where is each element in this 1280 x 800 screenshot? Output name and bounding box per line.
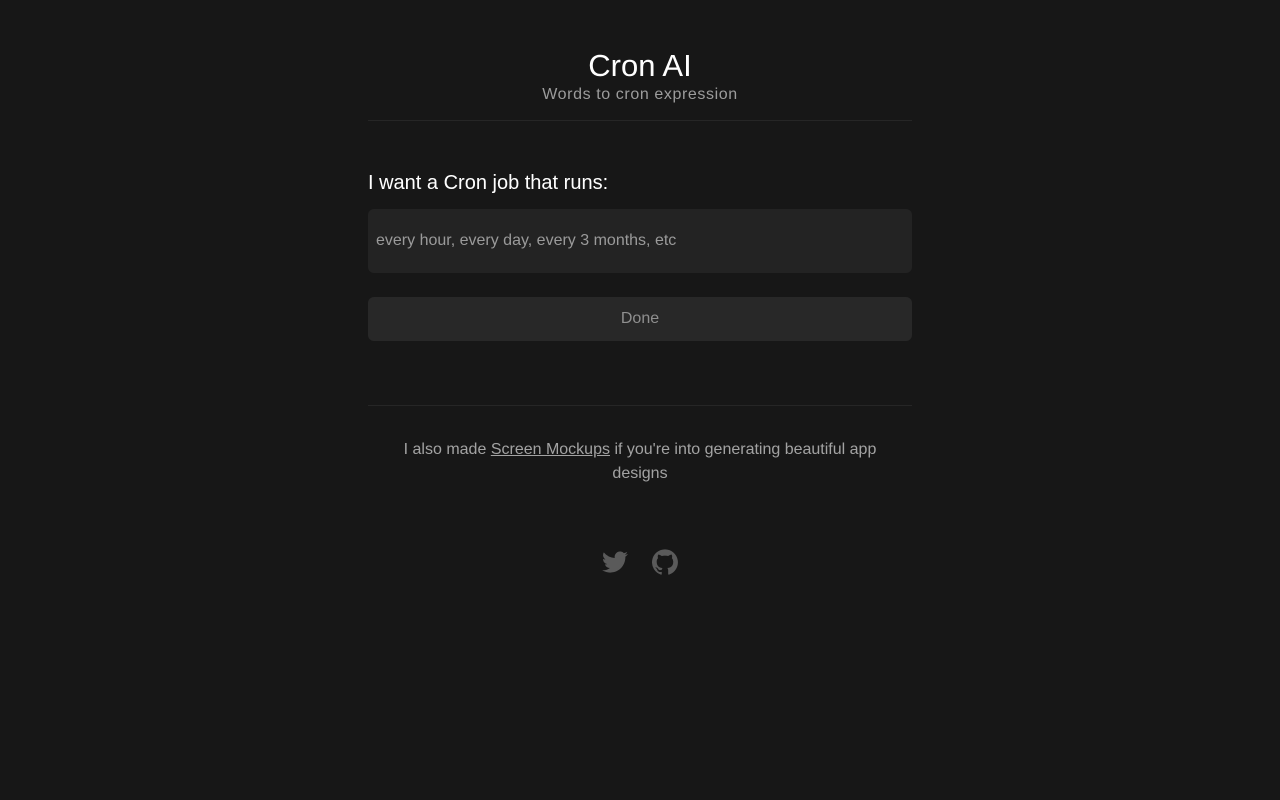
github-icon [652,549,678,575]
twitter-link[interactable] [602,549,628,575]
done-button[interactable]: Done [368,297,912,341]
promo-prefix: I also made [403,441,487,458]
twitter-icon [602,551,628,573]
promo-suffix: if you're into generating beautiful app … [612,441,877,482]
page-subtitle: Words to cron expression [542,86,738,103]
prompt-label: I want a Cron job that runs: [368,172,609,194]
social-links [368,549,912,575]
main-container: Cron AI Words to cron expression I want … [368,0,912,575]
header: Cron AI Words to cron expression [368,0,912,121]
github-link[interactable] [652,549,678,575]
divider [368,405,912,406]
screen-mockups-link[interactable]: Screen Mockups [491,441,610,458]
promo-text: I also made Screen Mockups if you're int… [368,438,912,486]
page-title: Cron AI [588,48,692,83]
schedule-input[interactable] [368,209,912,273]
